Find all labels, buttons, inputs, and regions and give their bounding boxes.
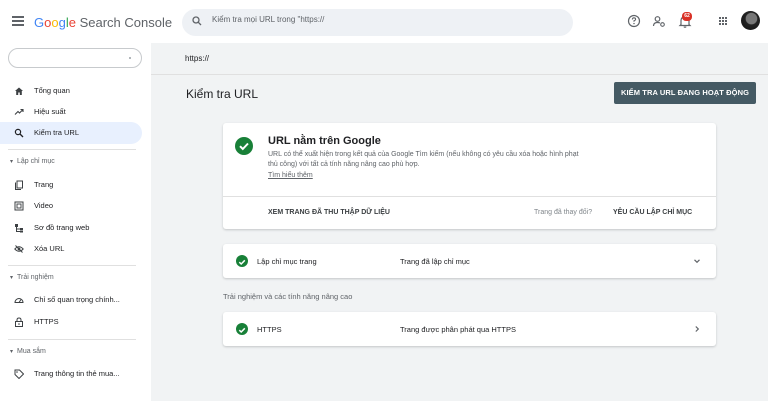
section-header-indexing[interactable]: ▾ Lập chỉ mục <box>10 158 55 165</box>
property-selector[interactable] <box>8 48 142 68</box>
app-logo[interactable]: Google Search Console <box>34 15 172 30</box>
section-title: Mua sắm <box>17 348 46 355</box>
eye-off-icon <box>14 245 24 253</box>
search-icon <box>192 16 202 26</box>
sidebar: Tổng quan Hiệu suất Kiểm tra URL ▾ Lập ch… <box>0 43 151 401</box>
check-circle-icon <box>236 323 248 335</box>
notification-badge: 62 <box>682 12 692 21</box>
inspected-url[interactable]: https:// <box>185 54 209 63</box>
top-app-bar: Google Search Console 62 <box>0 0 768 43</box>
trending-up-icon <box>14 108 24 115</box>
status-title: URL nằm trên Google <box>268 135 381 147</box>
sidebar-item-merchant-listings[interactable]: Trang thông tin thẻ mua... <box>0 363 142 385</box>
section-title: Trải nghiệm <box>17 274 54 281</box>
sidebar-item-video[interactable]: Video <box>0 195 142 217</box>
sidebar-item-label: Hiệu suất <box>34 107 66 116</box>
divider <box>223 196 716 197</box>
logo-letter: o <box>51 15 59 30</box>
gauge-icon <box>14 298 24 303</box>
help-icon[interactable] <box>626 13 642 29</box>
url-inspect-search-bar[interactable] <box>182 9 573 36</box>
user-settings-icon[interactable] <box>651 13 667 29</box>
row-status: Trang đã lập chỉ mục <box>400 257 470 266</box>
divider <box>8 339 136 340</box>
logo-letter: G <box>34 15 45 30</box>
sidebar-item-overview[interactable]: Tổng quan <box>0 80 142 102</box>
sidebar-item-label: HTTPS <box>34 317 59 326</box>
sidebar-item-url-inspection[interactable]: Kiểm tra URL <box>0 122 142 144</box>
avatar[interactable] <box>741 11 760 30</box>
menu-icon[interactable] <box>12 16 24 26</box>
url-status-card: URL nằm trên Google URL có thể xuất hiện… <box>223 123 716 229</box>
sidebar-item-https[interactable]: HTTPS <box>0 311 142 333</box>
pages-icon <box>15 180 23 190</box>
logo-letter: g <box>58 15 66 30</box>
section-header-experience[interactable]: ▾ Trải nghiệm <box>10 274 54 281</box>
row-name: HTTPS <box>257 325 282 334</box>
sidebar-item-label: Xóa URL <box>34 244 65 253</box>
sidebar-item-core-web-vitals[interactable]: Chỉ số quan trọng chính... <box>0 289 142 311</box>
test-live-url-button[interactable]: KIỂM TRA URL ĐANG HOẠT ĐỘNG <box>614 82 756 104</box>
sidebar-item-removals[interactable]: Xóa URL <box>0 238 142 260</box>
learn-more-link[interactable]: Tìm hiểu thêm <box>268 172 313 179</box>
sidebar-item-label: Tổng quan <box>34 86 70 95</box>
sidebar-item-sitemaps[interactable]: Sơ đồ trang web <box>0 217 142 239</box>
chevron-right-icon[interactable] <box>692 324 702 334</box>
sidebar-item-label: Chỉ số quan trọng chính... <box>34 295 120 304</box>
tag-icon <box>14 369 24 379</box>
page-changed-label: Trang đã thay đổi? <box>534 209 593 216</box>
sidebar-item-label: Trang thông tin thẻ mua... <box>34 369 120 378</box>
sidebar-item-label: Kiểm tra URL <box>34 128 80 137</box>
video-icon <box>14 201 24 211</box>
search-input[interactable] <box>212 15 552 24</box>
page-title: Kiểm tra URL <box>186 87 259 101</box>
section-header-shopping[interactable]: ▾ Mua sắm <box>10 348 46 355</box>
sidebar-item-performance[interactable]: Hiệu suất <box>0 101 142 123</box>
section-title: Lập chỉ mục <box>17 158 55 165</box>
status-description: URL có thể xuất hiện trong kết quả của G… <box>268 151 579 168</box>
search-icon <box>14 128 24 138</box>
divider <box>8 265 136 266</box>
dropdown-icon <box>129 57 131 59</box>
check-circle-icon <box>236 255 248 267</box>
apps-grid-icon[interactable] <box>715 13 731 29</box>
enhancements-section-title: Trải nghiệm và các tính năng nâng cao <box>223 292 353 301</box>
sitemap-icon <box>15 224 23 233</box>
sidebar-item-label: Sơ đồ trang web <box>34 223 90 232</box>
home-icon <box>15 87 23 95</box>
https-row[interactable]: HTTPS Trang được phân phát qua HTTPS <box>223 312 716 346</box>
lock-icon <box>15 317 23 327</box>
indexing-row[interactable]: Lập chỉ mục trang Trang đã lập chỉ mục <box>223 244 716 278</box>
sidebar-item-label: Trang <box>34 180 54 189</box>
sidebar-item-label: Video <box>34 201 54 210</box>
request-indexing-button[interactable]: YÊU CẦU LẬP CHỈ MỤC <box>613 209 692 216</box>
row-status: Trang được phân phát qua HTTPS <box>400 325 516 334</box>
check-circle-icon <box>235 137 253 155</box>
logo-letter: e <box>68 15 76 30</box>
divider <box>8 149 136 150</box>
logo-product-name: Search Console <box>75 15 173 30</box>
inspected-url-bar: https:// <box>151 43 768 75</box>
row-name: Lập chỉ mục trang <box>257 257 317 266</box>
chevron-down-icon[interactable] <box>692 256 702 266</box>
sidebar-item-pages[interactable]: Trang <box>0 174 142 196</box>
view-crawled-page-button[interactable]: XEM TRANG ĐÃ THU THẬP DỮ LIỆU <box>268 209 390 216</box>
